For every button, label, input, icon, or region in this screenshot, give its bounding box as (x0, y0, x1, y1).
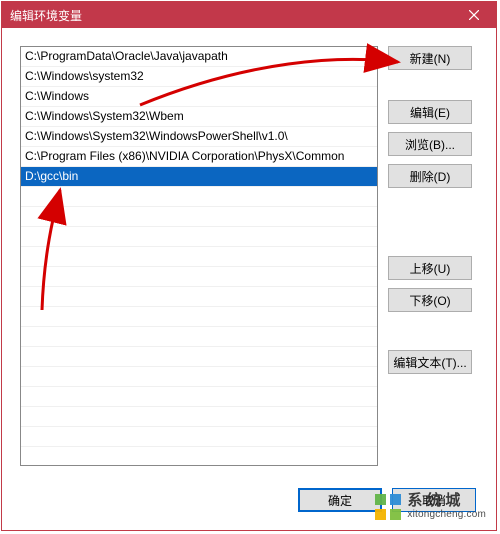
new-button[interactable]: 新建(N) (388, 46, 472, 70)
path-row-empty[interactable] (21, 367, 377, 387)
side-buttons: 新建(N) 编辑(E) 浏览(B)... 删除(D) 上移(U) 下移(O) 编… (388, 46, 472, 520)
path-row-empty[interactable] (21, 447, 377, 466)
ok-button[interactable]: 确定 (298, 488, 382, 512)
path-row-empty[interactable] (21, 307, 377, 327)
path-row-empty[interactable] (21, 407, 377, 427)
watermark-text: 系统城 xitongcheng.com (407, 493, 486, 520)
path-row[interactable]: C:\ProgramData\Oracle\Java\javapath (21, 47, 377, 67)
path-row-empty[interactable] (21, 387, 377, 407)
client-area: C:\ProgramData\Oracle\Java\javapathC:\Wi… (2, 28, 496, 530)
edit-text-button[interactable]: 编辑文本(T)... (388, 350, 472, 374)
path-row-empty[interactable] (21, 187, 377, 207)
path-row[interactable]: C:\Windows (21, 87, 377, 107)
path-row-empty[interactable] (21, 427, 377, 447)
path-listbox[interactable]: C:\ProgramData\Oracle\Java\javapathC:\Wi… (20, 46, 378, 466)
path-row[interactable]: D:\gcc\bin (21, 167, 377, 187)
path-row[interactable]: C:\Program Files (x86)\NVIDIA Corporatio… (21, 147, 377, 167)
path-row-empty[interactable] (21, 327, 377, 347)
path-row-empty[interactable] (21, 267, 377, 287)
path-row-empty[interactable] (21, 227, 377, 247)
dialog-window: 编辑环境变量 C:\ProgramData\Oracle\Java\javapa… (1, 1, 497, 531)
move-down-button[interactable]: 下移(O) (388, 288, 472, 312)
watermark-logo-icon (375, 494, 401, 520)
close-button[interactable] (452, 2, 496, 28)
path-row-empty[interactable] (21, 207, 377, 227)
close-icon (469, 10, 479, 20)
window-title: 编辑环境变量 (10, 7, 82, 24)
watermark-url: xitongcheng.com (407, 510, 486, 520)
path-row[interactable]: C:\Windows\system32 (21, 67, 377, 87)
move-up-button[interactable]: 上移(U) (388, 256, 472, 280)
path-row-empty[interactable] (21, 287, 377, 307)
path-row[interactable]: C:\Windows\System32\Wbem (21, 107, 377, 127)
watermark-name: 系统城 (407, 493, 486, 508)
watermark: 系统城 xitongcheng.com (375, 493, 486, 520)
path-row-empty[interactable] (21, 347, 377, 367)
delete-button[interactable]: 删除(D) (388, 164, 472, 188)
browse-button[interactable]: 浏览(B)... (388, 132, 472, 156)
title-bar: 编辑环境变量 (2, 2, 496, 28)
path-row[interactable]: C:\Windows\System32\WindowsPowerShell\v1… (21, 127, 377, 147)
edit-button[interactable]: 编辑(E) (388, 100, 472, 124)
path-row-empty[interactable] (21, 247, 377, 267)
